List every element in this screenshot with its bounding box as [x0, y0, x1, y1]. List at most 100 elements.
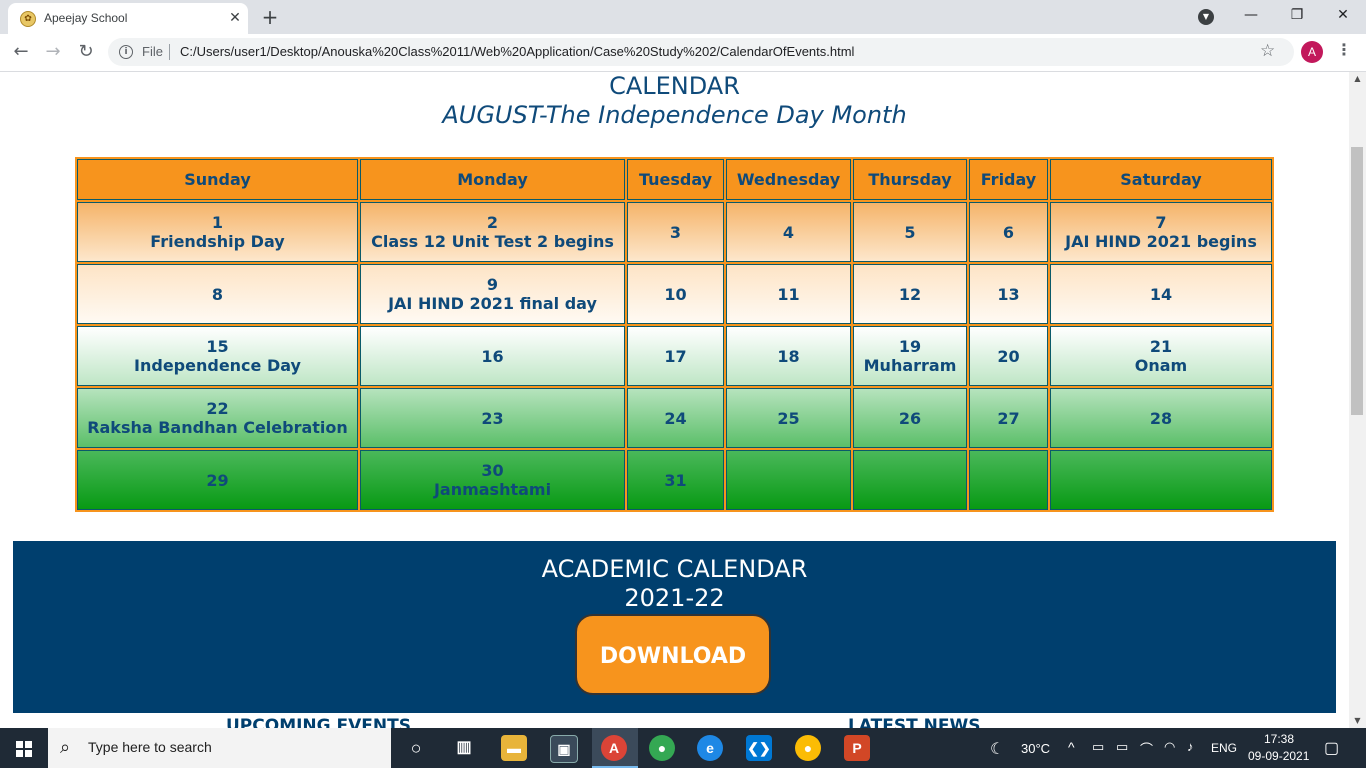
calendar-day-cell	[969, 450, 1048, 510]
download-button[interactable]: DOWNLOAD	[575, 614, 771, 695]
day-number: 31	[664, 470, 687, 490]
weekday-header: Wednesday	[726, 159, 851, 200]
powerpoint-icon[interactable]: P	[844, 735, 870, 761]
day-number: 3	[669, 222, 682, 242]
calendar-day-cell	[1050, 450, 1272, 510]
address-bar[interactable]: i File C:/Users/user1/Desktop/Anouska%20…	[108, 38, 1294, 66]
page-viewport: CALENDAR AUGUST-The Independence Day Mon…	[0, 72, 1349, 728]
page-subtitle: AUGUST-The Independence Day Month	[442, 101, 907, 129]
scroll-down-arrow-icon[interactable]: ▼	[1349, 714, 1366, 728]
tab-title: Apeejay School	[44, 11, 128, 25]
calendar-day-cell: 8	[77, 264, 358, 324]
weekday-header: Sunday	[77, 159, 358, 200]
back-arrow-icon[interactable]: ←	[8, 40, 34, 66]
day-number: 27	[997, 408, 1020, 428]
calendar-day-cell: 21 Onam	[1050, 326, 1272, 386]
calendar-day-cell: 18	[726, 326, 851, 386]
bookmark-star-icon[interactable]: ☆	[1260, 41, 1275, 61]
weekday-header: Monday	[360, 159, 625, 200]
calendar-day-cell: 1 Friendship Day	[77, 202, 358, 262]
chrome-icon[interactable]: ●	[649, 735, 675, 761]
upcoming-events-heading: UPCOMING EVENTS	[226, 716, 411, 728]
page-scrollbar[interactable]: ▲ ▼	[1349, 72, 1366, 728]
day-number: 14	[1149, 284, 1173, 304]
day-number: 15	[206, 337, 229, 356]
task-view-icon[interactable]: ▥	[451, 735, 477, 761]
day-event: Onam	[1134, 356, 1188, 375]
day-number: 17	[664, 346, 687, 366]
weather-icon[interactable]: ☾	[990, 739, 1004, 759]
forward-arrow-icon[interactable]: →	[40, 40, 66, 66]
day-event: Raksha Bandhan Celebration	[87, 418, 348, 437]
url-text[interactable]: C:/Users/user1/Desktop/Anouska%20Class%2…	[180, 44, 854, 59]
day-number: 6	[1002, 222, 1015, 242]
calendar-day-cell: 25	[726, 388, 851, 448]
battery-icon[interactable]: ▭	[1116, 739, 1128, 755]
temperature[interactable]: 30°C	[1021, 741, 1050, 756]
browser-menu-icon[interactable]: ⋮	[1336, 40, 1352, 59]
restore-icon[interactable]: ❐	[1274, 0, 1320, 32]
calendar-day-cell: 5	[853, 202, 967, 262]
edge-icon[interactable]: e	[697, 735, 723, 761]
store-icon[interactable]: ▣	[550, 735, 578, 763]
day-number: 11	[777, 284, 800, 304]
day-number: 26	[898, 408, 922, 428]
clock-date[interactable]: 09-09-2021	[1248, 749, 1309, 763]
info-icon[interactable]: i	[119, 45, 133, 59]
calendar-week-row: 15 Independence Day 16 17 18 19 Muharram 20 21 On…	[77, 326, 1272, 386]
calendar-day-cell: 27	[969, 388, 1048, 448]
day-event: Independence Day	[134, 356, 301, 375]
day-number: 8	[211, 284, 224, 304]
reload-icon[interactable]: ↻	[73, 40, 99, 66]
calendar-day-cell: 7 JAI HIND 2021 begins	[1050, 202, 1272, 262]
taskbar-search-box[interactable]: ⌕ Type here to search	[48, 728, 391, 768]
day-number: 19	[898, 337, 922, 356]
network-icon[interactable]: ⌒	[1140, 739, 1153, 758]
cortana-icon[interactable]: ○	[403, 735, 429, 761]
language-indicator[interactable]: ENG	[1211, 741, 1237, 755]
chrome-alt-icon[interactable]: ●	[795, 735, 821, 761]
tab-search-icon[interactable]: ▼	[1198, 9, 1214, 25]
close-tab-icon[interactable]: ✕	[226, 9, 244, 27]
calendar-day-cell: 14	[1050, 264, 1272, 324]
clock-time[interactable]: 17:38	[1264, 732, 1294, 746]
browser-tab[interactable]: ✿ Apeejay School ✕	[8, 3, 248, 34]
calendar-day-cell: 16	[360, 326, 625, 386]
new-tab-button[interactable]: +	[258, 5, 282, 29]
day-number: 18	[777, 346, 800, 366]
url-separator	[169, 44, 170, 60]
notifications-icon[interactable]: ▢	[1324, 738, 1339, 758]
day-number: 1	[211, 213, 224, 232]
calendar-day-cell: 4	[726, 202, 851, 262]
day-number: 25	[777, 408, 800, 428]
window-close-icon[interactable]: ✕	[1320, 0, 1366, 32]
academic-calendar-section: ACADEMIC CALENDAR 2021-22 DOWNLOAD	[13, 541, 1336, 713]
volume-icon[interactable]: ♪	[1187, 739, 1194, 754]
day-number: 13	[997, 284, 1020, 304]
calendar-day-cell: 10	[627, 264, 724, 324]
calendar-day-cell	[726, 450, 851, 510]
meet-now-icon[interactable]: ▭	[1092, 739, 1104, 755]
weekday-header: Friday	[969, 159, 1048, 200]
start-button[interactable]	[0, 728, 48, 768]
minimize-icon[interactable]: —	[1228, 0, 1274, 32]
scroll-up-arrow-icon[interactable]: ▲	[1349, 72, 1366, 86]
calendar-day-cell: 24	[627, 388, 724, 448]
calendar-day-cell: 23	[360, 388, 625, 448]
chrome-profile-icon[interactable]: A	[601, 735, 627, 761]
day-number: 9	[486, 275, 499, 294]
calendar-day-cell: 13	[969, 264, 1048, 324]
scroll-thumb[interactable]	[1351, 147, 1363, 415]
tray-chevron-icon[interactable]: ^	[1068, 739, 1075, 755]
day-number: 4	[782, 222, 795, 242]
profile-avatar[interactable]: A	[1301, 41, 1323, 63]
school-favicon-icon: ✿	[20, 11, 36, 27]
windows-logo-icon	[16, 741, 32, 757]
wifi-icon[interactable]: ◠	[1164, 739, 1175, 755]
calendar-day-cell: 19 Muharram	[853, 326, 967, 386]
calendar-day-cell: 28	[1050, 388, 1272, 448]
day-number: 7	[1155, 213, 1167, 232]
calendar-day-cell: 26	[853, 388, 967, 448]
file-explorer-icon[interactable]: ▬	[501, 735, 527, 761]
vscode-icon[interactable]: ❮❯	[746, 735, 772, 761]
